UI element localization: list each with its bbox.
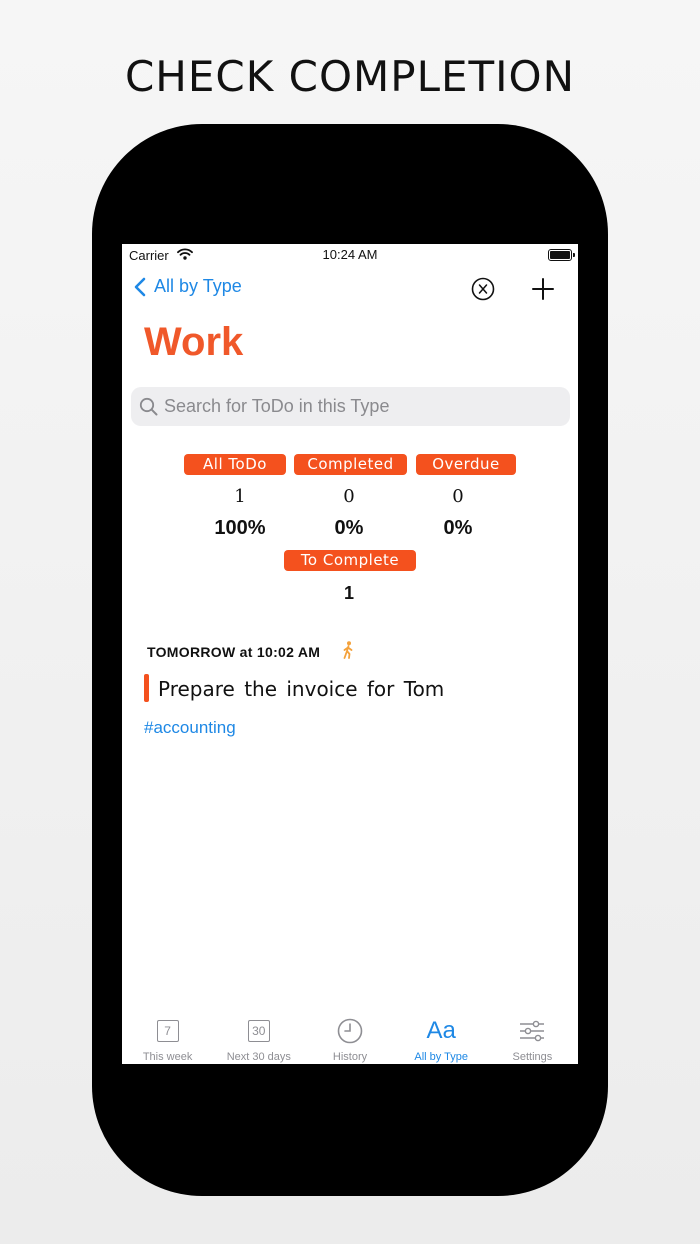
text-aa-icon: Aa (426, 1017, 456, 1044)
priority-indicator (144, 674, 149, 702)
tab-label: All by Type (414, 1051, 469, 1063)
overdue-percent: 0% (443, 517, 473, 539)
status-bar: Carrier 10:24 AM (122, 244, 578, 266)
todo-tag-link[interactable]: #accounting (144, 718, 236, 738)
chevron-left-icon (134, 277, 146, 296)
todo-item-title[interactable]: Prepare the invoice for Tom (158, 677, 444, 701)
back-button-label: All by Type (154, 276, 242, 296)
tab-this-week[interactable]: 7 This week (122, 1014, 213, 1064)
tab-label: This week (142, 1051, 193, 1063)
tab-label: Next 30 days (226, 1051, 291, 1063)
completed-percent: 0% (334, 517, 364, 539)
add-button[interactable] (531, 277, 555, 301)
search-bar (131, 387, 570, 426)
overdue-pill[interactable]: Overdue (416, 454, 516, 475)
tab-settings[interactable]: Settings (487, 1014, 578, 1064)
search-input[interactable] (164, 387, 554, 426)
clock-icon (336, 1017, 364, 1045)
plus-icon (532, 278, 554, 300)
tab-next-30-days[interactable]: 30 Next 30 days (213, 1014, 304, 1064)
completed-count: 0 (343, 486, 355, 507)
back-button[interactable]: All by Type (134, 276, 242, 297)
tab-bar: 7 This week 30 Next 30 days History Aa A… (122, 1014, 578, 1064)
tab-history[interactable]: History (304, 1014, 395, 1064)
navigation-bar: All by Type (122, 274, 578, 306)
clock-time: 10:24 AM (322, 247, 378, 262)
close-circle-icon (471, 277, 495, 301)
to-complete-pill[interactable]: To Complete (284, 550, 416, 571)
all-todo-count: 1 (234, 486, 246, 507)
sliders-icon (518, 1017, 546, 1045)
overdue-count: 0 (452, 486, 464, 507)
all-todo-pill[interactable]: All ToDo (184, 454, 286, 475)
to-complete-count: 1 (343, 583, 354, 603)
tab-all-by-type[interactable]: Aa All by Type (396, 1014, 487, 1064)
all-todo-percent: 100% (214, 517, 266, 539)
tab-label: History (332, 1051, 368, 1063)
headline: CHECK COMPLETION (124, 52, 576, 101)
calendar-7-icon: 7 (154, 1017, 182, 1045)
tab-label: Settings (512, 1051, 553, 1063)
walking-person-icon (341, 641, 355, 664)
battery-icon (548, 249, 575, 261)
due-date-label: TOMORROW at 10:02 AM (147, 644, 321, 660)
calendar-30-icon: 30 (245, 1017, 273, 1045)
completed-pill[interactable]: Completed (294, 454, 407, 475)
clear-button[interactable] (471, 277, 495, 301)
page-title: Work (144, 320, 244, 364)
search-icon (139, 397, 158, 421)
app-screen: Carrier 10:24 AM All by Type Work Search… (122, 244, 578, 1064)
